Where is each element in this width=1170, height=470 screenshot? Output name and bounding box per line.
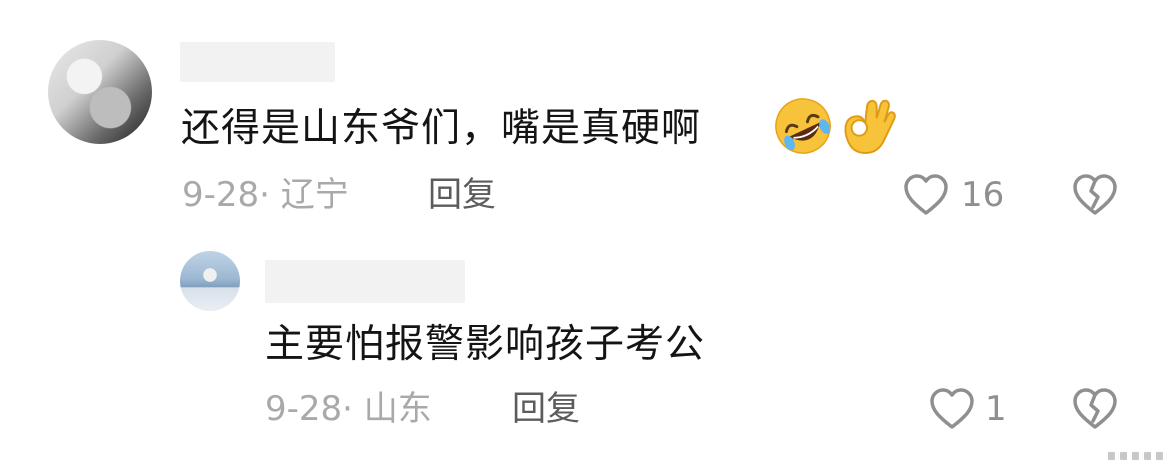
user-avatar[interactable]	[180, 251, 240, 311]
reply-button[interactable]: 回复	[428, 178, 496, 212]
reply-button[interactable]: 回复	[512, 392, 580, 426]
like-count: 1	[985, 389, 1007, 429]
heart-icon[interactable]	[903, 173, 949, 217]
comment-text: 主要怕报警影响孩子考公	[265, 322, 706, 367]
comment-date-location: 9-28· 辽宁	[182, 175, 349, 215]
broken-heart-icon[interactable]	[1072, 387, 1118, 431]
username-redacted[interactable]	[180, 42, 335, 82]
comment-text: 还得是山东爷们，嘴是真硬啊	[181, 106, 702, 151]
like-count: 16	[961, 175, 1005, 215]
comment-date-location: 9-28· 山东	[265, 389, 432, 429]
username-redacted[interactable]	[265, 260, 465, 303]
user-avatar[interactable]	[48, 40, 152, 144]
heart-icon[interactable]	[929, 387, 975, 431]
watermark-dots	[1108, 452, 1163, 460]
broken-heart-icon[interactable]	[1072, 173, 1118, 217]
ok-hand-icon	[844, 99, 896, 155]
rolling-on-floor-laughing-icon	[775, 98, 831, 154]
